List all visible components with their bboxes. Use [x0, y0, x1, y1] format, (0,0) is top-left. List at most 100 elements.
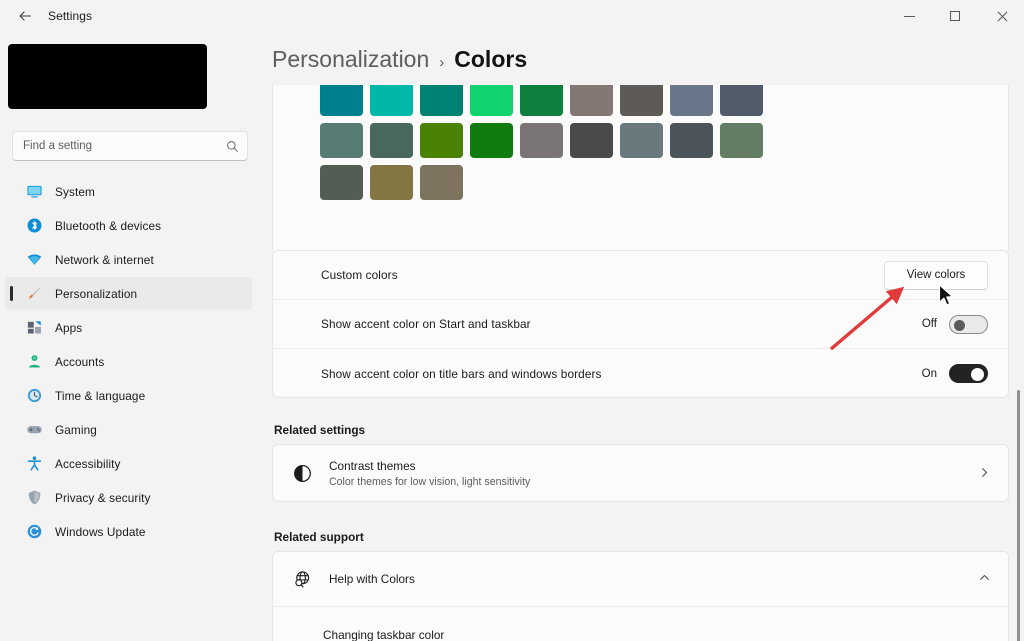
- sidebar-item-label: Accessibility: [55, 457, 121, 471]
- sidebar-item-label: Apps: [55, 321, 82, 335]
- row-accent-start-taskbar: Show accent color on Start and taskbar O…: [273, 300, 1008, 349]
- related-settings-heading: Related settings: [274, 423, 365, 437]
- sidebar-item-apps[interactable]: Apps: [5, 311, 252, 344]
- breadcrumb-parent[interactable]: Personalization: [272, 46, 429, 73]
- accent-color-swatch[interactable]: [670, 123, 713, 158]
- window-title: Settings: [48, 9, 92, 23]
- sidebar-item-label: Privacy & security: [55, 491, 151, 505]
- sidebar-item-system[interactable]: System: [5, 175, 252, 208]
- apps-icon: [25, 319, 43, 337]
- title-bar: Settings: [0, 0, 1024, 32]
- accent-color-swatch[interactable]: [470, 85, 513, 116]
- toggle-state-label: On: [922, 368, 937, 380]
- paintbrush-icon: [25, 285, 43, 303]
- row-accent-title-bars: Show accent color on title bars and wind…: [273, 349, 1008, 398]
- help-with-colors-title: Help with Colors: [329, 572, 979, 586]
- accent-color-swatch[interactable]: [620, 85, 663, 116]
- sidebar-item-label: Windows Update: [55, 525, 146, 539]
- accent-color-swatch[interactable]: [320, 165, 363, 200]
- sidebar-item-label: Time & language: [55, 389, 145, 403]
- accent-color-swatch[interactable]: [470, 123, 513, 158]
- sidebar-item-label: System: [55, 185, 95, 199]
- sidebar-item-network-internet[interactable]: Network & internet: [5, 243, 252, 276]
- accent-color-swatch[interactable]: [520, 123, 563, 158]
- wifi-icon: [25, 251, 43, 269]
- gamepad-icon: [25, 421, 43, 439]
- accessibility-icon: [25, 455, 43, 473]
- close-icon: [996, 11, 1007, 22]
- search-icon: [226, 140, 239, 153]
- back-arrow-icon: [18, 9, 33, 24]
- row-custom-colors: Custom colors View colors: [273, 251, 1008, 300]
- accent-color-swatch[interactable]: [320, 123, 363, 158]
- accent-color-swatch[interactable]: [320, 85, 363, 116]
- toggle-knob: [954, 320, 965, 331]
- contrast-themes-subtitle: Color themes for low vision, light sensi…: [329, 476, 979, 488]
- accent-color-swatch[interactable]: [370, 85, 413, 116]
- sidebar-item-accessibility[interactable]: Accessibility: [5, 447, 252, 480]
- accent-color-swatch[interactable]: [420, 123, 463, 158]
- accent-color-swatch[interactable]: [520, 85, 563, 116]
- accent-color-swatch[interactable]: [420, 165, 463, 200]
- search-box[interactable]: [12, 131, 248, 161]
- accent-color-swatch[interactable]: [670, 85, 713, 116]
- help-with-colors-row[interactable]: Help with Colors: [273, 552, 1008, 607]
- view-colors-button[interactable]: View colors: [884, 261, 988, 290]
- sidebar-item-privacy-security[interactable]: Privacy & security: [5, 481, 252, 514]
- clock-icon: [25, 387, 43, 405]
- minimize-button[interactable]: [886, 0, 932, 32]
- update-icon: [25, 523, 43, 541]
- maximize-button[interactable]: [932, 0, 978, 32]
- toggle-knob: [971, 368, 984, 381]
- breadcrumb: Personalization › Colors: [272, 46, 1024, 73]
- accent-color-swatch[interactable]: [720, 85, 763, 116]
- user-profile-redacted: [8, 44, 207, 109]
- settings-window: Settings: [0, 0, 1024, 641]
- row-label: Show accent color on title bars and wind…: [321, 367, 922, 381]
- toggle-state-label: Off: [922, 318, 937, 330]
- sidebar-item-label: Gaming: [55, 423, 97, 437]
- sidebar-item-label: Personalization: [55, 287, 137, 301]
- sidebar: System Bluetooth & devices: [0, 32, 262, 641]
- sidebar-item-accounts[interactable]: Accounts: [5, 345, 252, 378]
- help-with-colors-card: Help with Colors Changing taskbar color: [272, 551, 1009, 641]
- sidebar-item-label: Accounts: [55, 355, 104, 369]
- chevron-right-icon: [979, 467, 990, 481]
- sidebar-item-time-language[interactable]: Time & language: [5, 379, 252, 412]
- contrast-icon: [289, 461, 315, 487]
- person-icon: [25, 353, 43, 371]
- accent-color-swatch[interactable]: [620, 123, 663, 158]
- sidebar-nav: System Bluetooth & devices: [0, 175, 262, 548]
- accent-color-swatch[interactable]: [720, 123, 763, 158]
- chevron-up-icon[interactable]: [979, 572, 990, 586]
- back-button[interactable]: [6, 1, 44, 31]
- close-button[interactable]: [978, 0, 1024, 32]
- sidebar-item-bluetooth-devices[interactable]: Bluetooth & devices: [5, 209, 252, 242]
- accent-title-bars-toggle[interactable]: [949, 364, 988, 383]
- sidebar-item-label: Network & internet: [55, 253, 154, 267]
- related-support-heading: Related support: [274, 530, 364, 544]
- content-scrollbar[interactable]: [1017, 390, 1020, 641]
- maximize-icon: [950, 11, 960, 21]
- window-controls: [886, 0, 1024, 32]
- contrast-themes-card[interactable]: Contrast themes Color themes for low vis…: [272, 444, 1009, 502]
- accent-color-swatch[interactable]: [570, 123, 613, 158]
- accent-color-swatch[interactable]: [370, 123, 413, 158]
- accent-start-taskbar-toggle[interactable]: [949, 315, 988, 334]
- monitor-icon: [25, 183, 43, 201]
- accent-color-swatch[interactable]: [370, 165, 413, 200]
- accent-color-swatch[interactable]: [420, 85, 463, 116]
- contrast-themes-row[interactable]: Contrast themes Color themes for low vis…: [273, 445, 1008, 502]
- accent-color-swatch[interactable]: [570, 85, 613, 116]
- page-title: Colors: [454, 46, 527, 73]
- bluetooth-icon: [25, 217, 43, 235]
- shield-icon: [25, 489, 43, 507]
- support-link-changing-taskbar-color[interactable]: Changing taskbar color: [273, 607, 1008, 641]
- accent-settings-card: Custom colors View colors Show accent co…: [272, 250, 1009, 398]
- sidebar-item-personalization[interactable]: Personalization: [5, 277, 252, 310]
- sidebar-item-gaming[interactable]: Gaming: [5, 413, 252, 446]
- search-input[interactable]: [23, 140, 226, 152]
- sidebar-item-windows-update[interactable]: Windows Update: [5, 515, 252, 548]
- support-link-label: Changing taskbar color: [323, 628, 444, 641]
- contrast-themes-title: Contrast themes: [329, 459, 979, 473]
